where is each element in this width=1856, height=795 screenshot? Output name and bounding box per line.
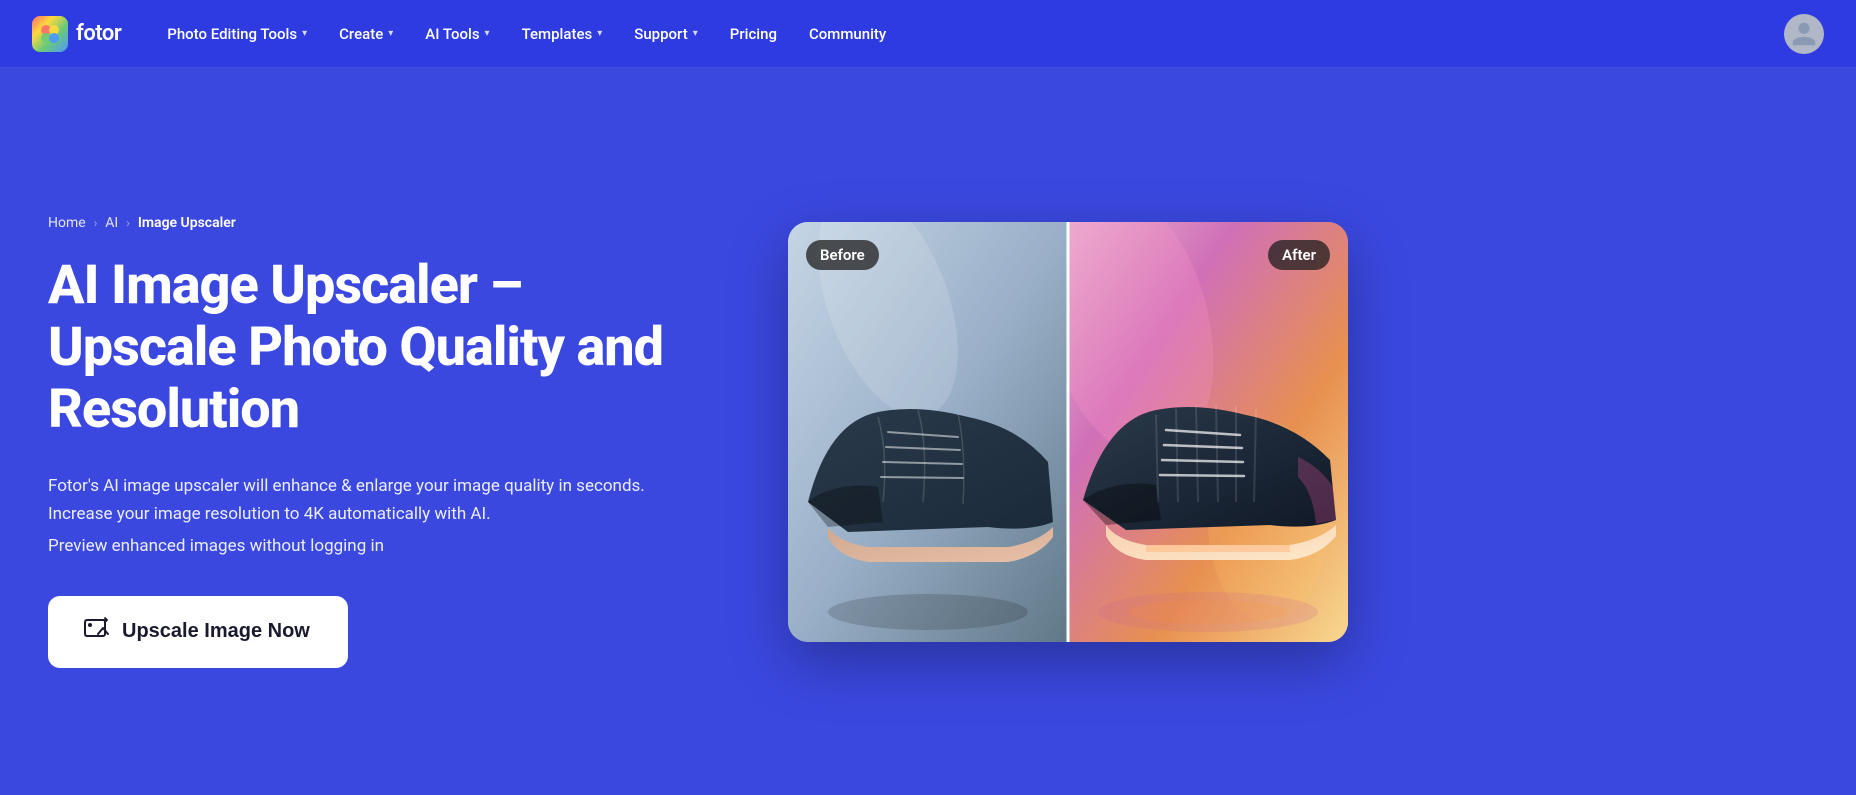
comparison-divider xyxy=(1067,222,1070,642)
hero-description-sub: Preview enhanced images without logging … xyxy=(48,536,728,556)
breadcrumb-ai[interactable]: AI xyxy=(105,215,118,231)
chevron-down-icon: ▾ xyxy=(302,28,307,39)
hero-description: Fotor's AI image upscaler will enhance &… xyxy=(48,473,648,527)
nav-item-community[interactable]: Community xyxy=(795,17,900,51)
left-panel: Home › AI › Image Upscaler AI Image Upsc… xyxy=(48,195,728,668)
nav-item-support[interactable]: Support ▾ xyxy=(620,17,712,51)
upload-image-icon xyxy=(84,616,110,648)
right-panel: Before After xyxy=(788,222,1348,642)
nav-item-photo-editing-tools[interactable]: Photo Editing Tools ▾ xyxy=(153,17,321,51)
logo[interactable]: fotor xyxy=(32,16,121,52)
chevron-down-icon: ▾ xyxy=(388,28,393,39)
breadcrumb: Home › AI › Image Upscaler xyxy=(48,215,728,231)
breadcrumb-current: Image Upscaler xyxy=(138,215,236,231)
chevron-down-icon: ▾ xyxy=(693,28,698,39)
chevron-down-icon: ▾ xyxy=(485,28,490,39)
logo-text: fotor xyxy=(76,21,121,46)
nav-item-templates[interactable]: Templates ▾ xyxy=(508,17,617,51)
before-label: Before xyxy=(806,240,879,270)
logo-icon xyxy=(32,16,68,52)
before-image xyxy=(788,222,1068,642)
chevron-down-icon: ▾ xyxy=(597,28,602,39)
main-content: Home › AI › Image Upscaler AI Image Upsc… xyxy=(0,68,1856,795)
nav-item-pricing[interactable]: Pricing xyxy=(716,17,791,51)
avatar[interactable] xyxy=(1784,14,1824,54)
nav-item-create[interactable]: Create ▾ xyxy=(325,17,407,51)
nav-item-ai-tools[interactable]: AI Tools ▾ xyxy=(411,17,503,51)
after-image xyxy=(1068,222,1348,642)
page-title: AI Image Upscaler – Upscale Photo Qualit… xyxy=(48,255,728,441)
image-comparison: Before After xyxy=(788,222,1348,642)
breadcrumb-home[interactable]: Home xyxy=(48,215,86,231)
navbar: fotor Photo Editing Tools ▾ Create ▾ AI … xyxy=(0,0,1856,68)
after-label: After xyxy=(1268,240,1330,270)
upscale-image-button[interactable]: Upscale Image Now xyxy=(48,596,348,668)
user-avatar-icon xyxy=(1790,20,1818,48)
before-shoe-illustration xyxy=(788,222,1068,642)
after-shoe-illustration xyxy=(1068,222,1348,642)
nav-items: Photo Editing Tools ▾ Create ▾ AI Tools … xyxy=(153,17,1776,51)
breadcrumb-separator-1: › xyxy=(94,216,98,230)
breadcrumb-separator-2: › xyxy=(126,216,130,230)
